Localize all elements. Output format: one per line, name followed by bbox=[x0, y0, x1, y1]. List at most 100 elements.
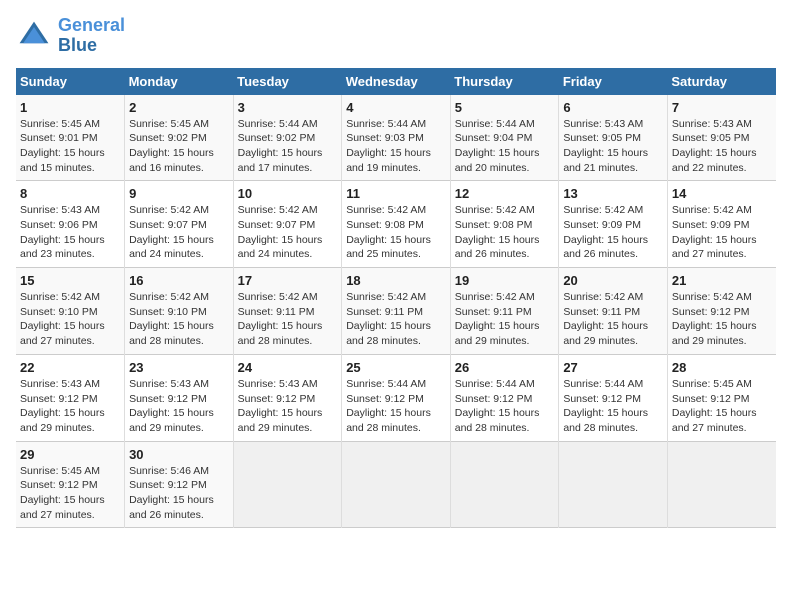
calendar-cell: 10 Sunrise: 5:42 AM Sunset: 9:07 PM Dayli… bbox=[233, 181, 342, 268]
calendar-cell bbox=[233, 441, 342, 528]
day-info: Sunrise: 5:42 AM Sunset: 9:09 PM Dayligh… bbox=[672, 203, 772, 262]
day-info: Sunrise: 5:42 AM Sunset: 9:07 PM Dayligh… bbox=[238, 203, 338, 262]
day-info: Sunrise: 5:44 AM Sunset: 9:04 PM Dayligh… bbox=[455, 117, 555, 176]
day-info: Sunrise: 5:42 AM Sunset: 9:09 PM Dayligh… bbox=[563, 203, 663, 262]
day-number: 9 bbox=[129, 186, 229, 201]
day-number: 13 bbox=[563, 186, 663, 201]
day-number: 14 bbox=[672, 186, 772, 201]
header-monday: Monday bbox=[125, 68, 234, 95]
day-info: Sunrise: 5:42 AM Sunset: 9:12 PM Dayligh… bbox=[672, 290, 772, 349]
calendar-cell: 13 Sunrise: 5:42 AM Sunset: 9:09 PM Dayli… bbox=[559, 181, 668, 268]
day-number: 6 bbox=[563, 100, 663, 115]
day-info: Sunrise: 5:42 AM Sunset: 9:07 PM Dayligh… bbox=[129, 203, 229, 262]
header-friday: Friday bbox=[559, 68, 668, 95]
calendar-cell: 24 Sunrise: 5:43 AM Sunset: 9:12 PM Dayli… bbox=[233, 354, 342, 441]
day-info: Sunrise: 5:44 AM Sunset: 9:12 PM Dayligh… bbox=[346, 377, 446, 436]
calendar-cell: 16 Sunrise: 5:42 AM Sunset: 9:10 PM Dayli… bbox=[125, 268, 234, 355]
calendar-cell: 15 Sunrise: 5:42 AM Sunset: 9:10 PM Dayli… bbox=[16, 268, 125, 355]
day-info: Sunrise: 5:43 AM Sunset: 9:12 PM Dayligh… bbox=[238, 377, 338, 436]
logo-text: General Blue bbox=[58, 16, 125, 56]
calendar-week-3: 15 Sunrise: 5:42 AM Sunset: 9:10 PM Dayli… bbox=[16, 268, 776, 355]
calendar-cell: 27 Sunrise: 5:44 AM Sunset: 9:12 PM Dayli… bbox=[559, 354, 668, 441]
calendar-cell: 20 Sunrise: 5:42 AM Sunset: 9:11 PM Dayli… bbox=[559, 268, 668, 355]
calendar-week-5: 29 Sunrise: 5:45 AM Sunset: 9:12 PM Dayli… bbox=[16, 441, 776, 528]
header-wednesday: Wednesday bbox=[342, 68, 451, 95]
calendar-cell: 19Sunrise: 5:42 AM Sunset: 9:11 PM Dayli… bbox=[450, 268, 559, 355]
calendar-week-1: 1 Sunrise: 5:45 AM Sunset: 9:01 PM Daylig… bbox=[16, 95, 776, 181]
day-number: 25 bbox=[346, 360, 446, 375]
day-info: Sunrise: 5:45 AM Sunset: 9:12 PM Dayligh… bbox=[672, 377, 772, 436]
day-number: 29 bbox=[20, 447, 120, 462]
day-number: 3 bbox=[238, 100, 338, 115]
calendar-table: SundayMondayTuesdayWednesdayThursdayFrid… bbox=[16, 68, 776, 529]
day-info: Sunrise: 5:42 AM Sunset: 9:10 PM Dayligh… bbox=[129, 290, 229, 349]
day-number: 27 bbox=[563, 360, 663, 375]
logo-icon bbox=[16, 18, 52, 54]
day-number: 21 bbox=[672, 273, 772, 288]
logo: General Blue bbox=[16, 16, 125, 56]
calendar-cell: 21 Sunrise: 5:42 AM Sunset: 9:12 PM Dayli… bbox=[667, 268, 776, 355]
day-number: 26 bbox=[455, 360, 555, 375]
calendar-cell: 14 Sunrise: 5:42 AM Sunset: 9:09 PM Dayli… bbox=[667, 181, 776, 268]
calendar-week-2: 8 Sunrise: 5:43 AM Sunset: 9:06 PM Daylig… bbox=[16, 181, 776, 268]
day-number: 8 bbox=[20, 186, 120, 201]
calendar-cell: 30Sunrise: 5:46 AM Sunset: 9:12 PM Dayli… bbox=[125, 441, 234, 528]
header-sunday: Sunday bbox=[16, 68, 125, 95]
day-info: Sunrise: 5:44 AM Sunset: 9:03 PM Dayligh… bbox=[346, 117, 446, 176]
day-number: 24 bbox=[238, 360, 338, 375]
calendar-cell bbox=[342, 441, 451, 528]
day-info: Sunrise: 5:42 AM Sunset: 9:10 PM Dayligh… bbox=[20, 290, 120, 349]
day-number: 30 bbox=[129, 447, 229, 462]
day-number: 12 bbox=[455, 186, 555, 201]
calendar-week-4: 22 Sunrise: 5:43 AM Sunset: 9:12 PM Dayli… bbox=[16, 354, 776, 441]
day-info: Sunrise: 5:42 AM Sunset: 9:08 PM Dayligh… bbox=[455, 203, 555, 262]
day-number: 4 bbox=[346, 100, 446, 115]
calendar-cell: 22Sunrise: 5:43 AM Sunset: 9:12 PM Dayli… bbox=[16, 354, 125, 441]
day-info: Sunrise: 5:43 AM Sunset: 9:12 PM Dayligh… bbox=[129, 377, 229, 436]
calendar-cell: 23Sunrise: 5:43 AM Sunset: 9:12 PM Dayli… bbox=[125, 354, 234, 441]
calendar-cell: 28Sunrise: 5:45 AM Sunset: 9:12 PM Dayli… bbox=[667, 354, 776, 441]
day-number: 11 bbox=[346, 186, 446, 201]
day-number: 7 bbox=[672, 100, 772, 115]
day-info: Sunrise: 5:44 AM Sunset: 9:12 PM Dayligh… bbox=[563, 377, 663, 436]
day-number: 22 bbox=[20, 360, 120, 375]
day-number: 18 bbox=[346, 273, 446, 288]
day-info: Sunrise: 5:43 AM Sunset: 9:05 PM Dayligh… bbox=[563, 117, 663, 176]
header-saturday: Saturday bbox=[667, 68, 776, 95]
calendar-cell: 26Sunrise: 5:44 AM Sunset: 9:12 PM Dayli… bbox=[450, 354, 559, 441]
calendar-header-row: SundayMondayTuesdayWednesdayThursdayFrid… bbox=[16, 68, 776, 95]
calendar-cell: 9 Sunrise: 5:42 AM Sunset: 9:07 PM Daylig… bbox=[125, 181, 234, 268]
header-thursday: Thursday bbox=[450, 68, 559, 95]
day-info: Sunrise: 5:45 AM Sunset: 9:01 PM Dayligh… bbox=[20, 117, 120, 176]
calendar-cell: 29 Sunrise: 5:45 AM Sunset: 9:12 PM Dayli… bbox=[16, 441, 125, 528]
day-info: Sunrise: 5:45 AM Sunset: 9:12 PM Dayligh… bbox=[20, 464, 120, 523]
day-info: Sunrise: 5:42 AM Sunset: 9:11 PM Dayligh… bbox=[346, 290, 446, 349]
day-number: 1 bbox=[20, 100, 120, 115]
day-info: Sunrise: 5:43 AM Sunset: 9:05 PM Dayligh… bbox=[672, 117, 772, 176]
header: General Blue bbox=[16, 16, 776, 56]
calendar-cell bbox=[450, 441, 559, 528]
day-info: Sunrise: 5:44 AM Sunset: 9:02 PM Dayligh… bbox=[238, 117, 338, 176]
calendar-cell bbox=[559, 441, 668, 528]
calendar-cell: 7 Sunrise: 5:43 AM Sunset: 9:05 PM Daylig… bbox=[667, 95, 776, 181]
calendar-cell: 17Sunrise: 5:42 AM Sunset: 9:11 PM Dayli… bbox=[233, 268, 342, 355]
calendar-cell: 12 Sunrise: 5:42 AM Sunset: 9:08 PM Dayli… bbox=[450, 181, 559, 268]
calendar-cell: 6 Sunrise: 5:43 AM Sunset: 9:05 PM Daylig… bbox=[559, 95, 668, 181]
calendar-cell: 4 Sunrise: 5:44 AM Sunset: 9:03 PM Daylig… bbox=[342, 95, 451, 181]
calendar-cell: 11Sunrise: 5:42 AM Sunset: 9:08 PM Dayli… bbox=[342, 181, 451, 268]
day-number: 5 bbox=[455, 100, 555, 115]
calendar-cell: 8 Sunrise: 5:43 AM Sunset: 9:06 PM Daylig… bbox=[16, 181, 125, 268]
calendar-cell: 25 Sunrise: 5:44 AM Sunset: 9:12 PM Dayli… bbox=[342, 354, 451, 441]
day-number: 20 bbox=[563, 273, 663, 288]
day-number: 19 bbox=[455, 273, 555, 288]
calendar-cell: 2Sunrise: 5:45 AM Sunset: 9:02 PM Daylig… bbox=[125, 95, 234, 181]
day-info: Sunrise: 5:42 AM Sunset: 9:11 PM Dayligh… bbox=[563, 290, 663, 349]
day-number: 2 bbox=[129, 100, 229, 115]
day-number: 15 bbox=[20, 273, 120, 288]
day-number: 16 bbox=[129, 273, 229, 288]
header-tuesday: Tuesday bbox=[233, 68, 342, 95]
day-number: 10 bbox=[238, 186, 338, 201]
calendar-cell: 1 Sunrise: 5:45 AM Sunset: 9:01 PM Daylig… bbox=[16, 95, 125, 181]
calendar-cell bbox=[667, 441, 776, 528]
day-info: Sunrise: 5:43 AM Sunset: 9:06 PM Dayligh… bbox=[20, 203, 120, 262]
